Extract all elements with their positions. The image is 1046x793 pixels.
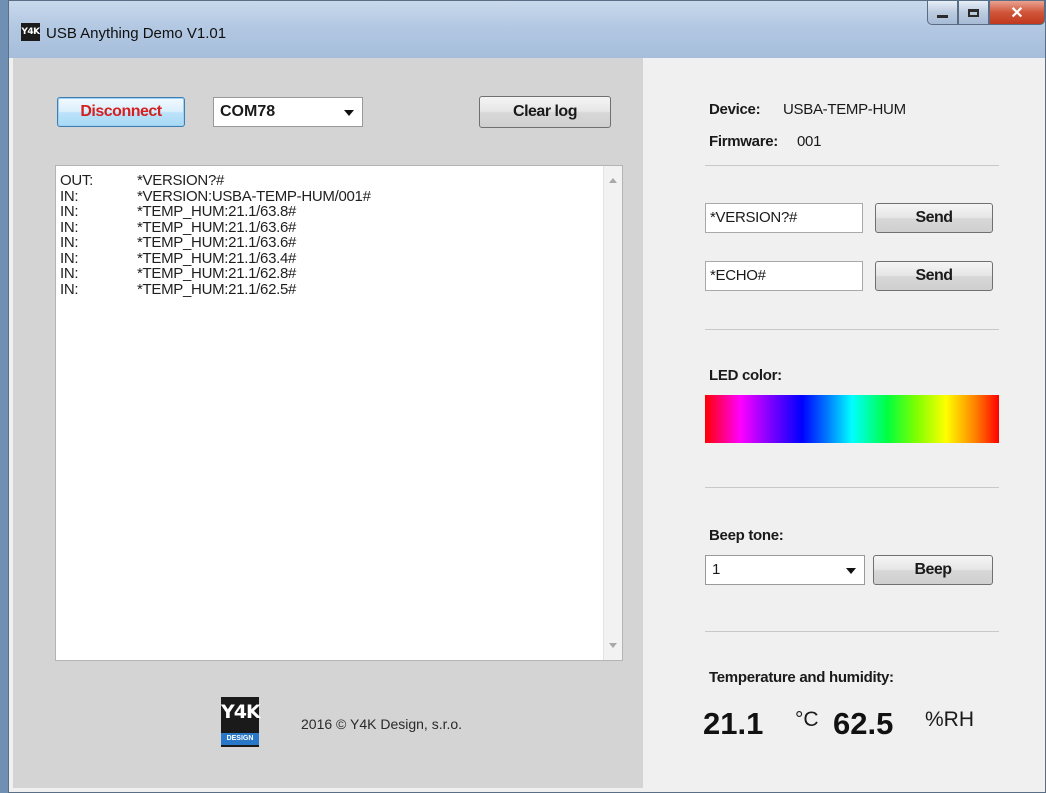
log-line: IN: *TEMP_HUM:21.1/63.4# bbox=[60, 249, 371, 267]
log-direction: IN: bbox=[60, 234, 79, 251]
separator bbox=[705, 165, 999, 166]
command-input-2[interactable]: *ECHO# bbox=[705, 261, 863, 291]
window-title: USB Anything Demo V1.01 bbox=[46, 25, 227, 42]
firmware-label: Firmware: bbox=[709, 133, 778, 150]
log-line: IN: *TEMP_HUM:21.1/62.5# bbox=[60, 280, 371, 298]
close-button[interactable]: ✕ bbox=[989, 1, 1045, 25]
com-port-value: COM78 bbox=[220, 103, 276, 120]
log-message: *VERSION:USBA-TEMP-HUM/001# bbox=[137, 187, 371, 205]
log-scrollbar[interactable] bbox=[603, 166, 622, 660]
minimize-icon bbox=[937, 15, 948, 18]
clear-log-button[interactable]: Clear log bbox=[479, 96, 611, 128]
log-message: *TEMP_HUM:21.1/63.6# bbox=[137, 218, 297, 236]
log-direction: IN: bbox=[60, 265, 79, 282]
log-line: IN: *TEMP_HUM:21.1/62.8# bbox=[60, 266, 371, 282]
log-message: *VERSION?# bbox=[137, 172, 225, 189]
log-message: *TEMP_HUM:21.1/62.5# bbox=[137, 280, 297, 298]
temperature-value: 21.1 bbox=[703, 706, 764, 741]
chevron-down-icon[interactable] bbox=[846, 568, 856, 574]
firmware-value: 001 bbox=[797, 133, 822, 150]
humidity-unit: %RH bbox=[925, 708, 975, 731]
minimize-button[interactable] bbox=[927, 1, 958, 25]
separator bbox=[705, 631, 999, 632]
disconnect-button[interactable]: Disconnect bbox=[57, 97, 185, 127]
close-icon: ✕ bbox=[1010, 4, 1024, 22]
humidity-value: 62.5 bbox=[833, 706, 894, 741]
temperature-unit: °C bbox=[795, 708, 819, 731]
led-color-picker[interactable] bbox=[705, 395, 999, 443]
log-direction: OUT: bbox=[60, 172, 93, 189]
separator bbox=[705, 487, 999, 488]
y4k-logo: Y4K DESIGN bbox=[221, 697, 261, 747]
log-direction: IN: bbox=[60, 218, 79, 236]
log-message: *TEMP_HUM:21.1/63.8# bbox=[137, 203, 297, 220]
title-bar[interactable]: Y4K USB Anything Demo V1.01 ✕ bbox=[9, 1, 1045, 58]
separator bbox=[705, 329, 999, 330]
log-line: IN: *TEMP_HUM:21.1/63.8# bbox=[60, 204, 371, 220]
send-button-2[interactable]: Send bbox=[875, 261, 993, 291]
scroll-down-icon[interactable] bbox=[609, 643, 617, 648]
log-direction: IN: bbox=[60, 280, 79, 298]
scroll-up-icon[interactable] bbox=[609, 178, 617, 183]
com-port-select[interactable]: COM78 bbox=[213, 97, 363, 127]
device-value: USBA-TEMP-HUM bbox=[783, 101, 906, 118]
log-direction: IN: bbox=[60, 203, 79, 220]
maximize-button[interactable] bbox=[958, 1, 989, 25]
beep-tone-select[interactable]: 1 bbox=[705, 555, 865, 585]
app-window: Y4K USB Anything Demo V1.01 ✕ Disconnect… bbox=[8, 0, 1046, 793]
temp-humidity-label: Temperature and humidity: bbox=[709, 669, 894, 686]
log-direction: IN: bbox=[60, 187, 79, 205]
maximize-icon bbox=[968, 8, 979, 17]
window-controls: ✕ bbox=[927, 1, 1045, 29]
beep-button[interactable]: Beep bbox=[873, 555, 993, 585]
log-direction: IN: bbox=[60, 249, 79, 267]
log-textbox[interactable]: OUT: *VERSION?# IN: *VERSION:USBA-TEMP-HUM… bbox=[55, 165, 623, 661]
log-message: *TEMP_HUM:21.1/62.8# bbox=[137, 265, 297, 282]
logo-text: Y4K bbox=[221, 701, 261, 723]
device-label: Device: bbox=[709, 101, 761, 118]
log-line: IN: *TEMP_HUM:21.1/63.6# bbox=[60, 235, 371, 251]
send-button-1[interactable]: Send bbox=[875, 203, 993, 233]
log-lines: OUT: *VERSION?# IN: *VERSION:USBA-TEMP-HUM… bbox=[60, 173, 371, 297]
log-line: IN: *TEMP_HUM:21.1/63.6# bbox=[60, 218, 371, 236]
command-input-1[interactable]: *VERSION?# bbox=[705, 203, 863, 233]
beep-tone-label: Beep tone: bbox=[709, 527, 784, 544]
log-line: OUT: *VERSION?# bbox=[60, 173, 371, 189]
beep-tone-value: 1 bbox=[712, 561, 721, 578]
log-panel: Disconnect COM78 Clear log OUT: *VERSION?… bbox=[13, 58, 643, 788]
copyright-text: 2016 © Y4K Design, s.r.o. bbox=[301, 716, 463, 732]
log-message: *TEMP_HUM:21.1/63.6# bbox=[137, 234, 297, 251]
chevron-down-icon[interactable] bbox=[344, 110, 354, 116]
led-color-label: LED color: bbox=[709, 367, 782, 384]
app-logo-icon: Y4K bbox=[21, 23, 40, 41]
control-panel: Device: USBA-TEMP-HUM Firmware: 001 *VER… bbox=[651, 58, 1041, 788]
log-line: IN: *VERSION:USBA-TEMP-HUM/001# bbox=[60, 187, 371, 205]
log-message: *TEMP_HUM:21.1/63.4# bbox=[137, 249, 297, 267]
logo-subtext: DESIGN bbox=[221, 733, 259, 745]
